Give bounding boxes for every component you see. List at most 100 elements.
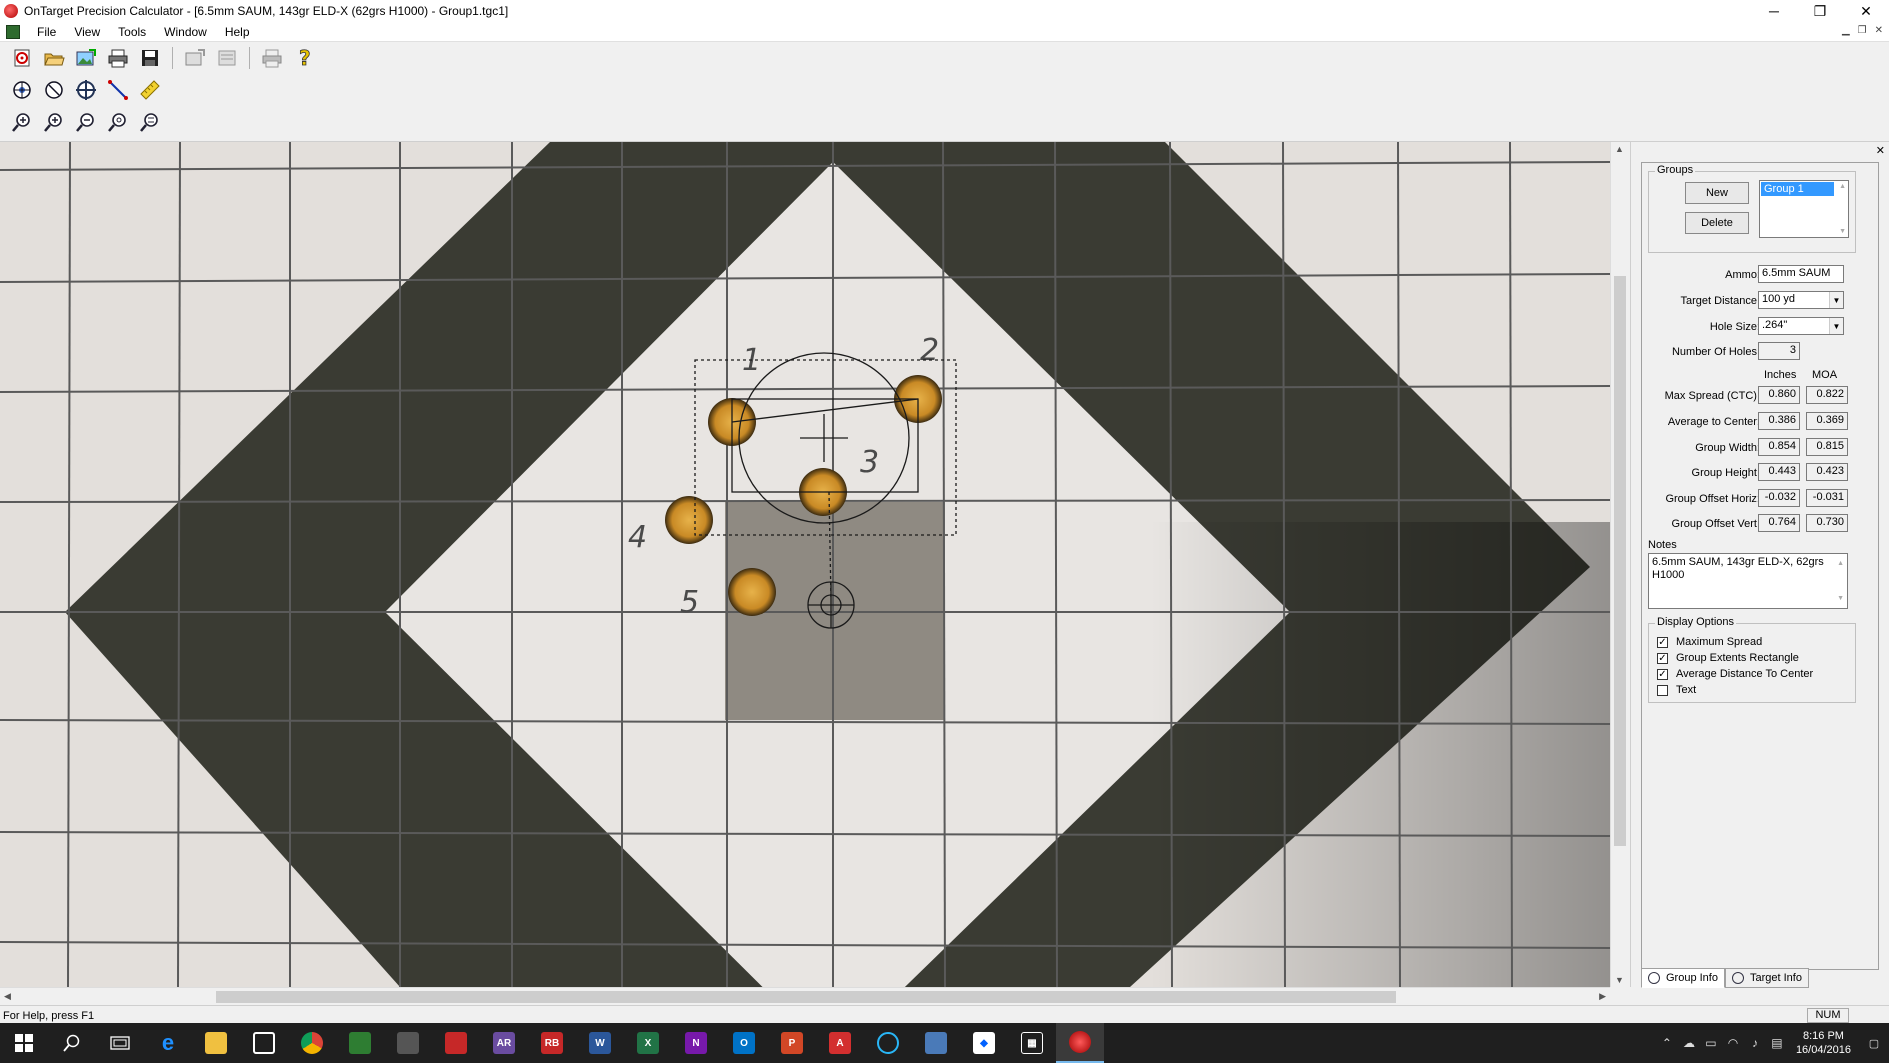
system-clock[interactable]: 8:16 PM 16/04/2016: [1796, 1029, 1851, 1057]
bullet-hole[interactable]: [728, 568, 776, 616]
option-group-extents[interactable]: ✓ Group Extents Rectangle: [1657, 652, 1799, 664]
scroll-down-icon[interactable]: ▼: [1615, 975, 1624, 985]
taskbar-onenote[interactable]: N: [672, 1023, 720, 1063]
horizontal-scroll-thumb[interactable]: [216, 991, 1396, 1003]
zoom-fit-button[interactable]: [40, 109, 68, 135]
taskbar-outlook[interactable]: O: [720, 1023, 768, 1063]
scroll-right-icon[interactable]: ▶: [1599, 991, 1606, 1002]
save-button[interactable]: [136, 45, 164, 71]
mdi-restore-button[interactable]: ❐: [1858, 25, 1867, 36]
group-list[interactable]: Group 1 ▲ ▼: [1759, 180, 1849, 238]
battery-icon[interactable]: ▭: [1700, 1036, 1722, 1050]
delete-group-button[interactable]: Delete: [1685, 212, 1749, 234]
vertical-scroll-thumb[interactable]: [1614, 276, 1626, 846]
volume-icon[interactable]: ♪: [1744, 1036, 1766, 1050]
option-maximum-spread[interactable]: ✓ Maximum Spread: [1657, 636, 1762, 648]
mdi-close-button[interactable]: ✕: [1875, 25, 1883, 36]
checkbox-checked-icon[interactable]: ✓: [1657, 652, 1668, 664]
target-image-viewport[interactable]: 1 2 3 4 5: [0, 142, 1610, 987]
taskbar-store[interactable]: [240, 1023, 288, 1063]
export-button[interactable]: [181, 45, 209, 71]
minimize-button[interactable]: ─: [1751, 0, 1797, 22]
taskbar-ontarget[interactable]: [1056, 1023, 1104, 1063]
zoom-custom-button[interactable]: [136, 109, 164, 135]
print-button[interactable]: [104, 45, 132, 71]
bullet-hole[interactable]: [665, 496, 713, 544]
select-hole-button[interactable]: [8, 77, 36, 103]
taskbar-app-doc[interactable]: [912, 1023, 960, 1063]
chevron-up-icon[interactable]: ⌃: [1656, 1036, 1678, 1050]
list-scroll-down-icon[interactable]: ▼: [1839, 228, 1846, 235]
taskbar-app-rb[interactable]: RB: [528, 1023, 576, 1063]
document-icon[interactable]: [6, 24, 20, 39]
checkbox-checked-icon[interactable]: ✓: [1657, 668, 1668, 680]
notes-scroll-up-icon[interactable]: ▲: [1837, 557, 1844, 570]
taskbar-excel[interactable]: X: [624, 1023, 672, 1063]
taskbar-app-green[interactable]: [336, 1023, 384, 1063]
tab-target-info[interactable]: Target Info: [1724, 968, 1809, 988]
taskbar-dropbox[interactable]: ◆: [960, 1023, 1008, 1063]
ruler-button[interactable]: [136, 77, 164, 103]
chat-icon[interactable]: ▤: [1766, 1036, 1788, 1050]
menu-view[interactable]: View: [65, 25, 109, 39]
taskbar-acrobat[interactable]: A: [816, 1023, 864, 1063]
zoom-out-button[interactable]: [72, 109, 100, 135]
menu-file[interactable]: File: [28, 25, 65, 39]
ammo-input[interactable]: 6.5mm SAUM: [1758, 265, 1844, 283]
taskbar-skype[interactable]: [864, 1023, 912, 1063]
panel-close-icon[interactable]: ✕: [1876, 144, 1885, 157]
hole-size-select[interactable]: .264" ▼: [1758, 317, 1844, 335]
option-avg-distance[interactable]: ✓ Average Distance To Center: [1657, 668, 1813, 680]
notes-textarea[interactable]: 6.5mm SAUM, 143gr ELD-X, 62grs H1000 ▲ ▼: [1648, 553, 1848, 609]
vertical-scrollbar[interactable]: ▲ ▼: [1610, 142, 1628, 987]
taskbar-explorer[interactable]: [192, 1023, 240, 1063]
notes-scroll-down-icon[interactable]: ▼: [1837, 592, 1844, 605]
chevron-down-icon[interactable]: ▼: [1829, 292, 1843, 308]
zoom-100-button[interactable]: [104, 109, 132, 135]
scroll-left-icon[interactable]: ◀: [4, 991, 11, 1002]
taskbar-calculator[interactable]: ▦: [1008, 1023, 1056, 1063]
notifications-icon[interactable]: ▢: [1859, 1037, 1889, 1050]
print-preview-button[interactable]: [258, 45, 286, 71]
help-button[interactable]: ?: [290, 45, 318, 71]
taskbar-chrome[interactable]: [288, 1023, 336, 1063]
taskbar-app-ar[interactable]: AR: [480, 1023, 528, 1063]
new-group-button[interactable]: New: [1685, 182, 1749, 204]
measure-line-button[interactable]: [104, 77, 132, 103]
chevron-down-icon[interactable]: ▼: [1829, 318, 1843, 334]
new-target-button[interactable]: [8, 45, 36, 71]
target-distance-select[interactable]: 100 yd ▼: [1758, 291, 1844, 309]
restore-button[interactable]: ❐: [1797, 0, 1843, 22]
checkbox-unchecked-icon[interactable]: [1657, 684, 1668, 696]
report-button[interactable]: [213, 45, 241, 71]
taskbar-edge[interactable]: e: [144, 1023, 192, 1063]
option-text[interactable]: Text: [1657, 684, 1696, 696]
taskbar-keyboard-app[interactable]: [384, 1023, 432, 1063]
mdi-minimize-button[interactable]: ▁: [1842, 25, 1850, 36]
aim-point-button[interactable]: [72, 77, 100, 103]
menu-tools[interactable]: Tools: [109, 25, 155, 39]
network-tray-icon[interactable]: ☁: [1678, 1036, 1700, 1050]
open-image-button[interactable]: [72, 45, 100, 71]
task-view-button[interactable]: [96, 1023, 144, 1063]
remove-hole-button[interactable]: [40, 77, 68, 103]
select-hole-icon: [13, 81, 31, 99]
scroll-up-icon[interactable]: ▲: [1615, 144, 1624, 154]
zoom-in-button[interactable]: [8, 109, 36, 135]
open-button[interactable]: [40, 45, 68, 71]
close-button[interactable]: ✕: [1843, 0, 1889, 22]
target-photo[interactable]: 1 2 3 4 5: [0, 142, 1610, 987]
group-list-item[interactable]: Group 1: [1761, 182, 1834, 196]
taskbar-word[interactable]: W: [576, 1023, 624, 1063]
search-button[interactable]: [48, 1023, 96, 1063]
checkbox-checked-icon[interactable]: ✓: [1657, 636, 1668, 648]
start-button[interactable]: [0, 1023, 48, 1063]
wifi-icon[interactable]: ◠: [1722, 1036, 1744, 1050]
tab-group-info[interactable]: Group Info: [1641, 968, 1725, 988]
menu-help[interactable]: Help: [216, 25, 259, 39]
taskbar-app-red[interactable]: [432, 1023, 480, 1063]
list-scroll-up-icon[interactable]: ▲: [1839, 183, 1846, 190]
horizontal-scrollbar[interactable]: ◀ ▶: [0, 987, 1610, 1005]
taskbar-powerpoint[interactable]: P: [768, 1023, 816, 1063]
menu-window[interactable]: Window: [155, 25, 216, 39]
